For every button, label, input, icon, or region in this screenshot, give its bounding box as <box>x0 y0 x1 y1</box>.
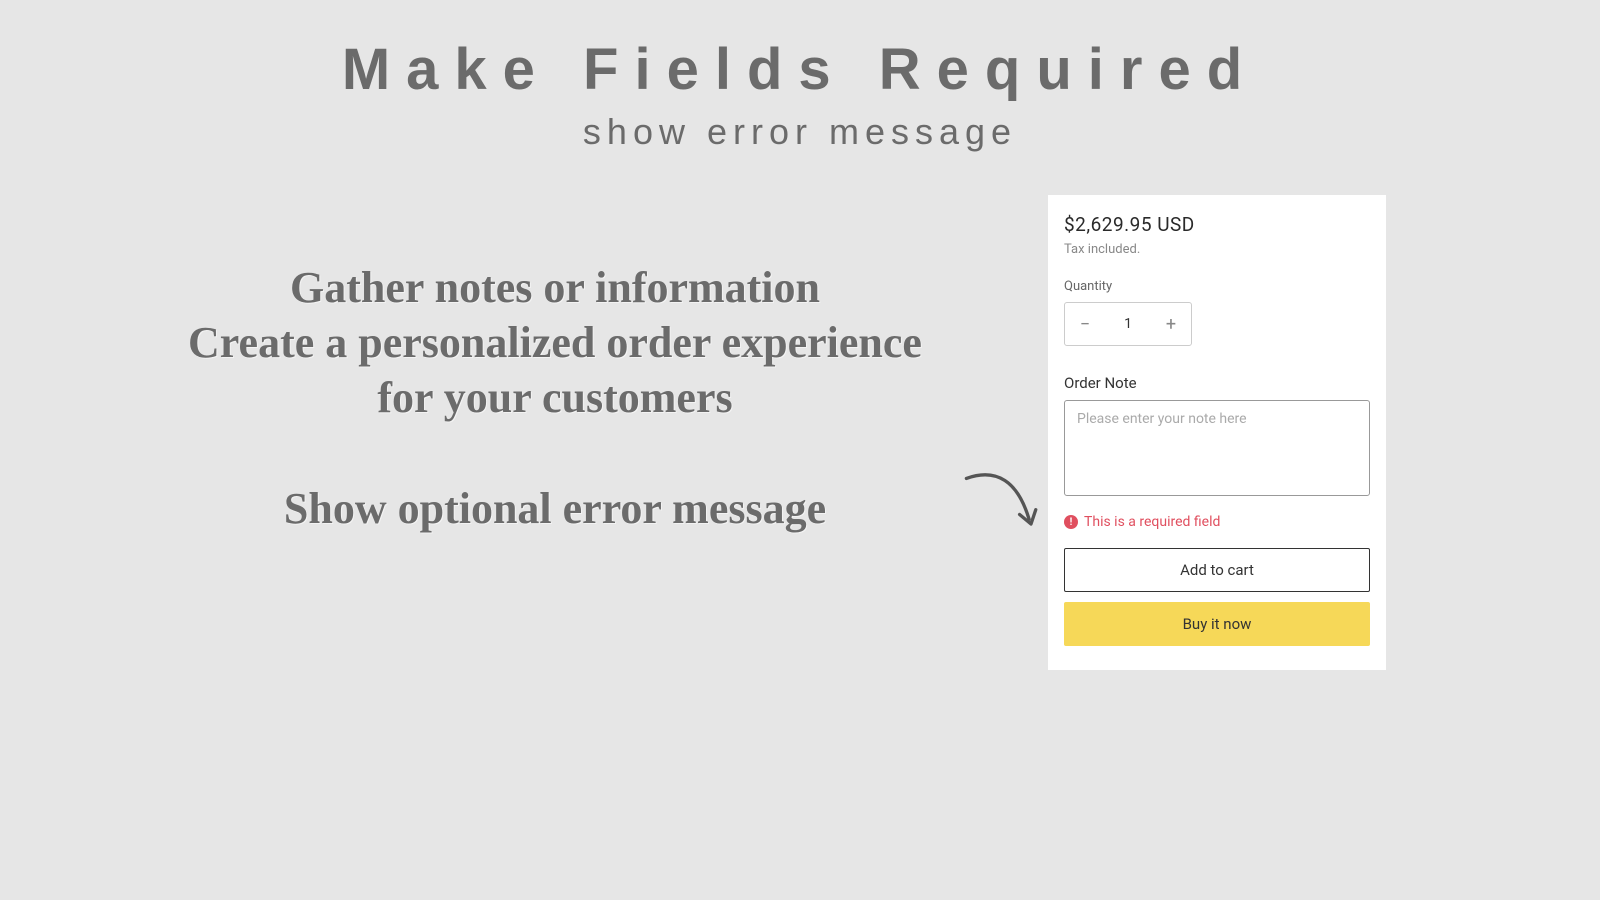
tax-note: Tax included. <box>1064 242 1370 257</box>
copy-line-2: Create a personalized order experience <box>30 315 1080 370</box>
marketing-copy: Gather notes or information Create a per… <box>30 260 1080 536</box>
product-card: $2,629.95 USD Tax included. Quantity − 1… <box>1048 195 1386 670</box>
copy-line-4: Show optional error message <box>30 481 1080 536</box>
page-title: Make Fields Required <box>0 36 1600 103</box>
buy-it-now-button[interactable]: Buy it now <box>1064 602 1370 646</box>
quantity-increase-button[interactable]: + <box>1151 303 1191 345</box>
header-section: Make Fields Required show error message <box>0 0 1600 153</box>
error-icon: ! <box>1064 515 1078 529</box>
add-to-cart-button[interactable]: Add to cart <box>1064 548 1370 592</box>
order-note-label: Order Note <box>1064 374 1370 392</box>
copy-line-1: Gather notes or information <box>30 260 1080 315</box>
error-message-text: This is a required field <box>1084 514 1220 530</box>
copy-line-3: for your customers <box>30 370 1080 425</box>
product-price: $2,629.95 USD <box>1064 213 1370 236</box>
quantity-decrease-button[interactable]: − <box>1065 303 1105 345</box>
quantity-stepper[interactable]: − 1 + <box>1064 302 1192 346</box>
quantity-label: Quantity <box>1064 279 1370 294</box>
arrow-icon <box>955 465 1050 545</box>
quantity-value: 1 <box>1105 316 1151 332</box>
order-note-input[interactable] <box>1064 400 1370 496</box>
error-message-row: ! This is a required field <box>1064 514 1370 530</box>
page-subtitle: show error message <box>0 111 1600 153</box>
